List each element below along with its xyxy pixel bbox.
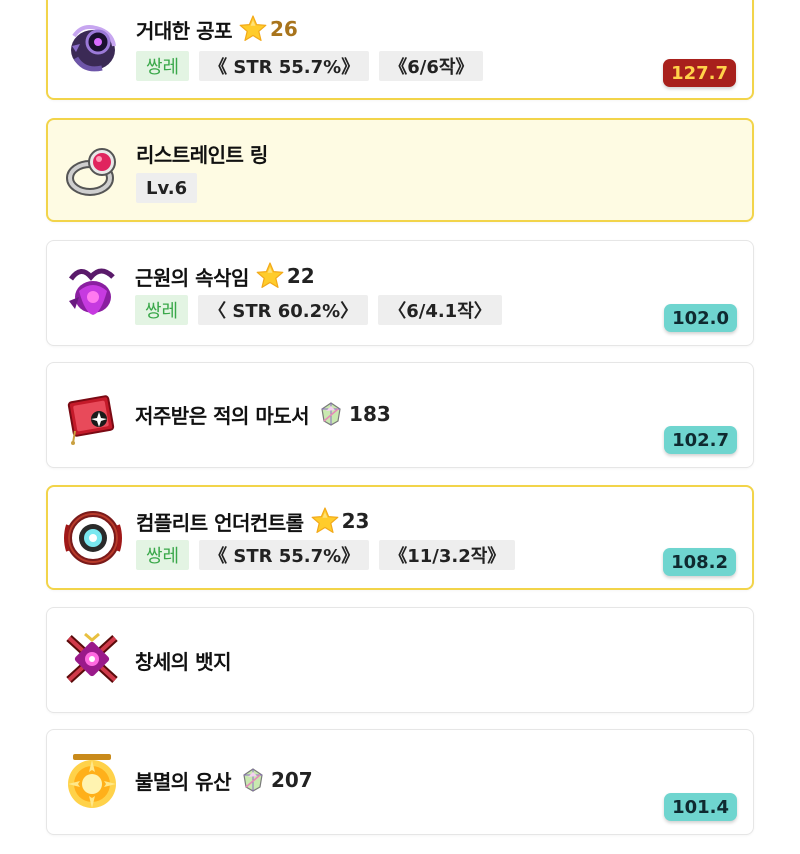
star-level: 26: [269, 17, 298, 41]
tag-double-legendary: 쌍레: [136, 540, 190, 570]
score-badge: 127.7: [663, 59, 736, 87]
star-icon: [255, 261, 285, 291]
item-name: 거대한 공포: [136, 18, 232, 43]
star-level: 23: [341, 509, 370, 533]
item-card-complete-undercontrol[interactable]: 컴플리트 언더컨트롤 23 쌍레 《 STR 55.7%》 《11/3.2작》 …: [46, 485, 754, 590]
item-name: 저주받은 적의 마도서: [135, 403, 310, 428]
item-card-origin-whisper[interactable]: 근원의 속삭임 22 쌍레 〈 STR 60.2%〉 〈6/4.1작〉 102.…: [46, 240, 754, 346]
star-icon: [310, 506, 340, 536]
item-card-giant-fear[interactable]: 거대한 공포 26 쌍레 《 STR 55.7%》 《6/6작》 127.7: [46, 0, 754, 100]
genesis-badge-icon: [61, 628, 123, 690]
score-badge: 101.4: [664, 793, 737, 821]
complete-undercontrol-icon: [62, 507, 124, 569]
gem-count: 207: [270, 768, 313, 792]
item-name: 불멸의 유산: [135, 769, 231, 794]
item-name: 컴플리트 언더컨트롤: [136, 510, 304, 535]
tag-str-percent: 《 STR 55.7%》: [199, 51, 370, 81]
score-badge: 102.0: [664, 304, 737, 332]
tag-scroll-count: 《6/6작》: [379, 51, 484, 81]
dark-pendant-icon: [62, 16, 124, 78]
item-card-genesis-badge[interactable]: 창세의 뱃지: [46, 607, 754, 713]
item-name: 창세의 뱃지: [135, 649, 231, 674]
ruby-ring-icon: [62, 140, 124, 202]
cursed-grimoire-icon: [61, 385, 123, 447]
score-badge: 102.7: [664, 426, 737, 454]
tag-scroll-count: 《11/3.2작》: [379, 540, 516, 570]
item-name: 근원의 속삭임: [135, 265, 249, 290]
star-level: 22: [286, 264, 315, 288]
tag-double-legendary: 쌍레: [136, 51, 190, 81]
score-badge: 108.2: [663, 548, 736, 576]
tag-str-percent: 《 STR 55.7%》: [199, 540, 370, 570]
item-name: 리스트레인트 링: [136, 142, 268, 167]
immortal-legacy-icon: [61, 750, 123, 812]
item-card-restraint-ring[interactable]: 리스트레인트 링 Lv.6: [46, 118, 754, 222]
soul-gem-icon: [241, 767, 265, 793]
tag-scroll-count: 〈6/4.1작〉: [378, 295, 502, 325]
item-card-cursed-grimoire[interactable]: 저주받은 적의 마도서 183 102.7: [46, 362, 754, 468]
gem-count: 183: [349, 402, 391, 426]
item-card-immortal-legacy[interactable]: 불멸의 유산 207 101.4: [46, 729, 754, 835]
purple-pendant-icon: [61, 261, 123, 323]
soul-gem-icon: [319, 401, 343, 427]
star-icon: [238, 14, 268, 44]
tag-str-percent: 〈 STR 60.2%〉: [198, 295, 369, 325]
tag-double-legendary: 쌍레: [135, 295, 189, 325]
tag-level: Lv.6: [136, 173, 198, 203]
